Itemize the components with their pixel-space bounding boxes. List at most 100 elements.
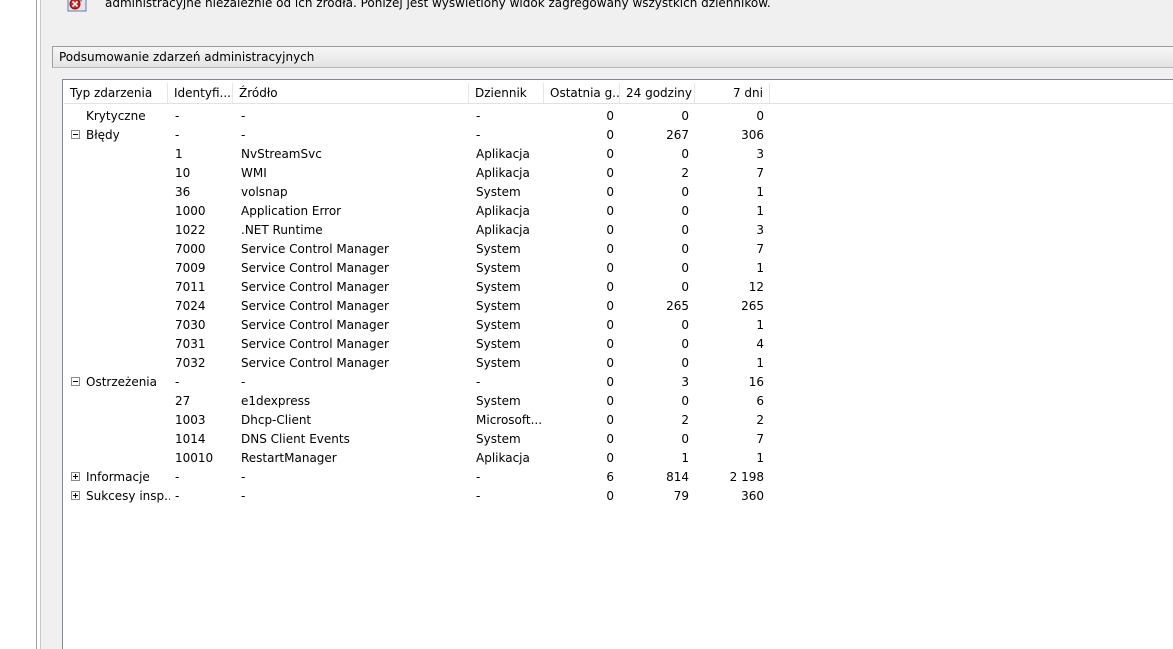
category-row[interactable]: Krytyczne - - - 0 0 0 [64, 107, 1173, 126]
cell-source: Service Control Manager [241, 299, 389, 313]
event-row[interactable]: 7031 Service Control Manager System 0 0 4 [64, 335, 1173, 354]
column-header-id[interactable]: Identyfi... [168, 83, 233, 103]
event-row[interactable]: 1003 Dhcp-Client Microsoft... 0 2 2 [64, 411, 1173, 430]
cell-source: .NET Runtime [241, 223, 323, 237]
cell-event-type [86, 316, 170, 335]
cell-24-hours: 0 [681, 432, 689, 446]
cell-event-type [86, 221, 170, 240]
cell-event-type: Ostrzeżenia [86, 375, 157, 389]
cell-source: - [241, 470, 246, 484]
cell-source: volsnap [241, 185, 288, 199]
cell-24-hours: 1 [681, 451, 689, 465]
column-header-7-days[interactable]: 7 dni [695, 83, 770, 103]
category-row[interactable]: Sukcesy insp... - - -0 79 360 [64, 487, 1173, 506]
column-header-log[interactable]: Dziennik [469, 83, 544, 103]
cell-7-days: 1 [756, 261, 764, 275]
cell-source: Service Control Manager [241, 242, 389, 256]
cell-log: Aplikacja [476, 166, 530, 180]
cell-event-type: Błędy [86, 128, 120, 142]
cell-last-hour: 0 [606, 432, 614, 446]
info-banner: administracyjne niezależnie od ich źródł… [52, 0, 1173, 36]
category-row[interactable]: Błędy - - - 0 267 306 [64, 126, 1173, 145]
cell-event-id: 7009 [175, 261, 206, 275]
cell-24-hours: 0 [681, 318, 689, 332]
event-row[interactable]: 27 e1dexpress System 0 0 6 [64, 392, 1173, 411]
cell-log: System [476, 299, 521, 313]
event-row[interactable]: 10 WMI Aplikacja 0 2 7 [64, 164, 1173, 183]
cell-last-hour: 0 [606, 109, 614, 123]
cell-last-hour: 0 [606, 128, 614, 142]
expand-icon[interactable] [71, 472, 80, 481]
event-row[interactable]: 7024 Service Control Manager System 0 265 265 [64, 297, 1173, 316]
collapse-icon[interactable] [71, 377, 80, 386]
event-row[interactable]: 1000 Application Error Aplikacja 0 0 1 [64, 202, 1173, 221]
cell-event-type [86, 411, 170, 430]
cell-source: DNS Client Events [241, 432, 350, 446]
event-row[interactable]: 7009 Service Control Manager System 0 0 1 [64, 259, 1173, 278]
cell-last-hour: 0 [606, 356, 614, 370]
cell-7-days: 1 [756, 185, 764, 199]
cell-log: Aplikacja [476, 204, 530, 218]
cell-24-hours: 2 [681, 166, 689, 180]
event-row[interactable]: 7030 Service Control Manager System 0 0 1 [64, 316, 1173, 335]
cell-log: System [476, 280, 521, 294]
events-summary-grid[interactable]: Typ zdarzenia Identyfi... Źródło Dzienni… [62, 79, 1173, 649]
cell-7-days: 1 [756, 318, 764, 332]
event-row[interactable]: 7032 Service Control Manager System 0 0 1 [64, 354, 1173, 373]
cell-last-hour: 0 [606, 166, 614, 180]
cell-event-type [86, 202, 170, 221]
column-header-source[interactable]: Źródło [233, 83, 469, 103]
column-header-last-hour[interactable]: Ostatnia g... [544, 83, 620, 103]
cell-24-hours: 2 [681, 413, 689, 427]
cell-source: RestartManager [241, 451, 337, 465]
cell-7-days: 360 [741, 489, 764, 503]
event-row[interactable]: 1014 DNS Client Events System 0 0 7 [64, 430, 1173, 449]
category-row[interactable]: Ostrzeżenia - - - 0 3 16 [64, 373, 1173, 392]
cell-source: WMI [241, 166, 267, 180]
cell-24-hours: 0 [681, 280, 689, 294]
cell-event-type [86, 335, 170, 354]
cell-log: System [476, 242, 521, 256]
column-header-event-type[interactable]: Typ zdarzenia [64, 83, 168, 103]
cell-event-id: 1000 [175, 204, 206, 218]
cell-24-hours: 0 [681, 337, 689, 351]
event-log-error-icon [66, 0, 90, 13]
cell-24-hours: 0 [681, 356, 689, 370]
cell-event-type [86, 392, 170, 411]
event-row[interactable]: 36 volsnap System 0 0 1 [64, 183, 1173, 202]
cell-24-hours: 0 [681, 204, 689, 218]
cell-event-type [86, 449, 170, 468]
event-row[interactable]: 7000 Service Control Manager System 0 0 7 [64, 240, 1173, 259]
event-row[interactable]: 1 NvStreamSvc Aplikacja 0 0 3 [64, 145, 1173, 164]
category-row[interactable]: Informacje - - - 6 814 2 198 [64, 468, 1173, 487]
cell-event-id: - [175, 489, 180, 503]
cell-log: - [476, 128, 481, 142]
cell-event-type [86, 183, 170, 202]
cell-event-id: - [175, 109, 180, 123]
cell-log: System [476, 394, 521, 408]
event-row[interactable]: 1022 .NET Runtime Aplikacja 0 0 3 [64, 221, 1173, 240]
cell-24-hours: 3 [681, 375, 689, 389]
cell-event-id: 1003 [175, 413, 206, 427]
cell-source: - [241, 109, 246, 123]
cell-event-type: Sukcesy insp... [86, 489, 170, 503]
cell-log: System [476, 356, 521, 370]
info-banner-text: administracyjne niezależnie od ich źródł… [105, 0, 771, 10]
cell-event-id: - [175, 470, 180, 484]
expand-icon[interactable] [71, 491, 80, 500]
cell-7-days: 6 [756, 394, 764, 408]
cell-event-type [86, 145, 170, 164]
column-header-24-hours[interactable]: 24 godziny [620, 83, 695, 103]
cell-7-days: 2 198 [729, 470, 764, 484]
cell-24-hours: 0 [681, 147, 689, 161]
collapse-icon[interactable] [71, 130, 80, 139]
cell-source: - [241, 489, 246, 503]
cell-last-hour: 0 [606, 394, 614, 408]
grid-header: Typ zdarzenia Identyfi... Źródło Dzienni… [64, 83, 1173, 104]
event-row[interactable]: 7011 Service Control Manager System 0 0 12 [64, 278, 1173, 297]
cell-last-hour: 0 [606, 261, 614, 275]
cell-log: System [476, 318, 521, 332]
event-row[interactable]: 10010 RestartManager Aplikacja 0 1 1 [64, 449, 1173, 468]
section-header[interactable]: Podsumowanie zdarzeń administracyjnych [52, 46, 1173, 68]
cell-source: Service Control Manager [241, 261, 389, 275]
